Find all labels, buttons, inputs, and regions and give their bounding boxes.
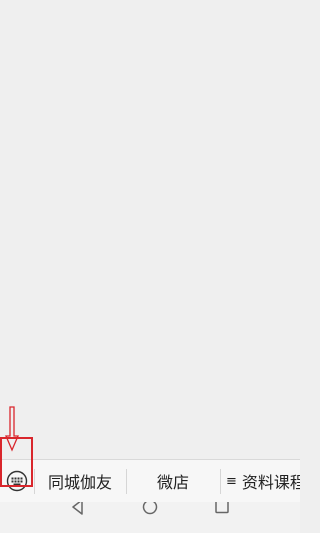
keyboard-toggle-button[interactable] <box>0 460 34 502</box>
menu-item-courses[interactable]: ≡ 资料课程 <box>220 460 300 502</box>
home-button[interactable] <box>130 502 170 533</box>
menu-item-label: 资料课程 <box>241 473 300 492</box>
public-account-menu-bar: 同城伽友 微店 ≡ 资料课程 <box>0 459 300 502</box>
menu-item-label: 同城伽友 <box>47 473 112 492</box>
system-navigation-bar <box>0 502 300 533</box>
recent-apps-icon <box>215 502 229 514</box>
recent-apps-button[interactable] <box>202 502 242 533</box>
menu-item-weidian[interactable]: 微店 <box>126 460 220 502</box>
list-icon: ≡ <box>226 473 237 489</box>
back-button[interactable] <box>58 502 98 533</box>
menu-item-label: 微店 <box>156 473 189 492</box>
back-icon <box>72 502 83 515</box>
annotation-down-arrow-icon <box>5 406 19 452</box>
keyboard-icon <box>6 470 28 492</box>
home-icon <box>142 502 158 515</box>
menu-item-tongcheng[interactable]: 同城伽友 <box>34 460 126 502</box>
chat-content-area <box>0 0 300 459</box>
